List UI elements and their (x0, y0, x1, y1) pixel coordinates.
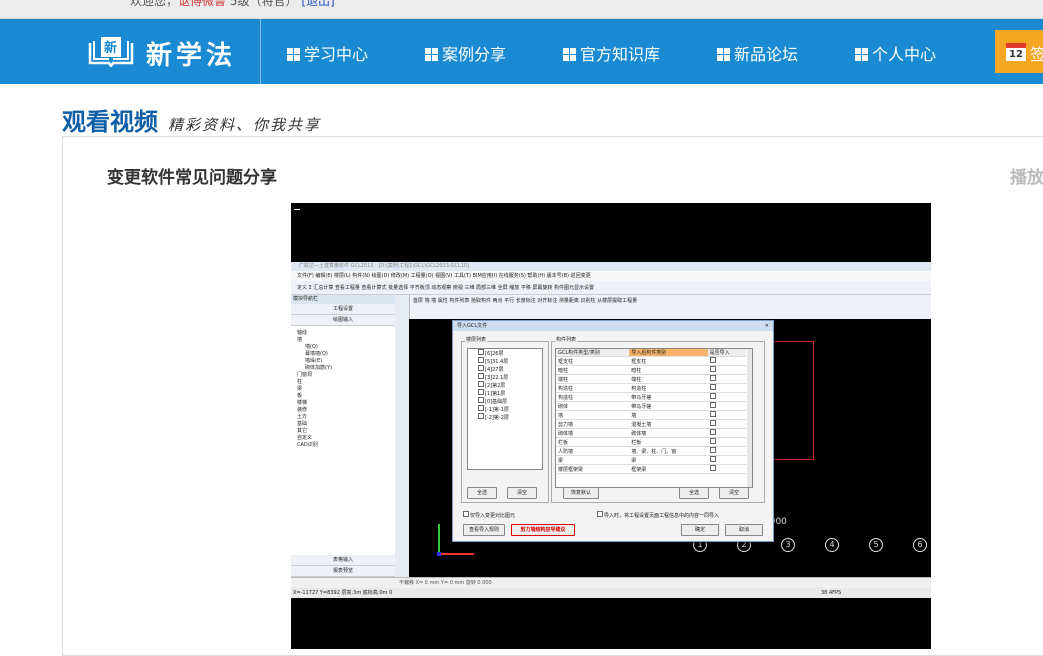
table-header-row: GCL构件类型/类别 导入后构件类别 是否导入 (556, 349, 746, 357)
component-group-label: 构件列表 (555, 336, 578, 343)
table-row: 梁梁 (556, 455, 746, 465)
dialog-ok-button[interactable]: 确定 (681, 524, 719, 536)
page-slogan: 精彩资料、你我共享 (168, 116, 322, 134)
table-row: 剪力墙 混凝土墙 (556, 419, 746, 429)
floor-select-all-button[interactable]: 全选 (467, 487, 497, 499)
software-draw-tools (395, 295, 410, 577)
dialog-title-bar: 导入GCL文件 ✕ (453, 321, 773, 331)
grid-icon (287, 48, 300, 61)
video-frame-software: 广联达—土建算量软件 GCL2013 - [D:\案例\工程1\GCL\GCL2… (291, 262, 931, 598)
dialog-title: 导入GCL文件 (457, 323, 488, 329)
axis-number: 4 (825, 538, 839, 552)
floor-clear-button[interactable]: 清空 (507, 487, 537, 499)
left-bottom-tabs: 表格输入 报表预览 (291, 555, 395, 577)
brand-name: 新学法 (146, 41, 237, 71)
calendar-icon: 12 (1006, 43, 1026, 61)
grid-icon (855, 48, 868, 61)
checkbox-icon[interactable] (478, 405, 484, 411)
table-row: 构造柱 带马牙槎 (556, 392, 746, 402)
video-player[interactable]: 广联达—土建算量软件 GCL2013 - [D:\案例\工程1\GCL\GCL2… (291, 203, 931, 649)
table-row: 人防墙 墙、梁、柱、门、窗 (556, 446, 746, 456)
module-nav-header: 模块导航栏 (291, 295, 395, 304)
table-row: 砌体 带马牙槎 (556, 401, 746, 411)
table-row: 框支柱 框支柱 (556, 356, 746, 366)
table-row: 砌体墙 砌体墙 (556, 428, 746, 438)
software-toolbar-draw: 首层 墙 墙 属性 构件列表 拾取构件 两点 平行 长度标注 对齐标注 测量距离… (409, 295, 931, 320)
option-import-project-info[interactable]: 导入时，将工程设置页面工程信息中的内容一同导入 (597, 511, 719, 519)
user-level: 5级（将官） (229, 0, 298, 8)
import-gcl-dialog: 导入GCL文件 ✕ 楼层列表 [6]26层 [5]31.4层 [4]27层 [3… (452, 320, 774, 542)
restore-default-button[interactable]: 恢复默认 (563, 487, 599, 499)
software-coordinate-bar: X=-11727 Y=8392 层高:3m 底标高:0m 0 38.4FPS (291, 588, 931, 598)
checkbox-icon[interactable] (463, 511, 469, 517)
component-tree: 轴线 墙 墙(Q) 幕墙墙(Q) 墙垛(E) 砌体加筋(Y) 门窗洞 柱 梁 板… (297, 330, 332, 448)
table-row: 栏板 栏板 (556, 437, 746, 447)
nav-personal-center[interactable]: 个人中心 (855, 41, 936, 64)
site-logo[interactable]: 新 新学法 (88, 33, 258, 71)
nav-case-share[interactable]: 案例分享 (425, 41, 506, 64)
nav-learning-center[interactable]: 学习中心 (287, 41, 368, 64)
table-scrollbar[interactable] (747, 349, 752, 487)
close-icon[interactable]: ✕ (765, 321, 769, 331)
option-import-changes-only[interactable]: 仅导入变更对比图元 (463, 511, 515, 519)
floor-list: [6]26层 [5]31.4层 [4]27层 [3]22.1层 [2]第2层 [… (467, 348, 543, 470)
grid-icon (717, 48, 730, 61)
playlist-heading: 播放 (1010, 168, 1043, 188)
logo-badge-text: 新 (104, 41, 118, 56)
checkbox-icon[interactable] (478, 389, 484, 395)
main-nav: 新 新学法 学习中心 案例分享 官方知识库 新品论坛 个人中心 12 签 (0, 19, 1043, 84)
shear-wall-tip-button[interactable]: 剪力墙结构应导建议 (511, 524, 575, 536)
fps-readout: 38.4FPS (821, 590, 842, 596)
checkbox-icon[interactable] (597, 511, 603, 517)
nav-forum[interactable]: 新品论坛 (717, 41, 798, 64)
table-row: 墙墙 (556, 410, 746, 420)
page-header: 观看视频 精彩资料、你我共享 (62, 102, 321, 137)
grid-icon (563, 48, 576, 61)
component-select-all-button[interactable]: 全选 (679, 487, 709, 499)
software-status-bar: 不偏移 X= 0 mm Y= 0 mm 旋转 0.000 (291, 577, 931, 588)
nav-knowledge-base[interactable]: 官方知识库 (563, 41, 660, 64)
logout-link[interactable]: [退出] (301, 0, 334, 8)
grid-icon (425, 48, 438, 61)
checkbox-icon[interactable] (478, 349, 484, 355)
checkbox-icon[interactable] (478, 413, 484, 419)
component-clear-button[interactable]: 清空 (719, 487, 749, 499)
software-menu-bar: 文件(F) 编辑(E) 楼层(L) 构件(N) 绘图(D) 修改(M) 工程量(… (291, 271, 931, 281)
table-row: 暗柱 暗柱 (556, 365, 746, 375)
view-import-rules-button[interactable]: 查看导入规则 (463, 524, 505, 536)
nav-row-project-settings: 工程设置 (291, 304, 395, 315)
table-row: 构造柱 构造柱 (556, 383, 746, 393)
checkbox-icon[interactable] (478, 397, 484, 403)
checkbox-icon[interactable] (478, 357, 484, 363)
video-title: 变更软件常见问题分享 (107, 168, 277, 188)
floor-group-label: 楼层列表 (465, 336, 488, 343)
username-link[interactable]: 讴傅微鲁 (178, 0, 226, 8)
axis-number: 3 (781, 538, 795, 552)
software-toolbar-main: 定义 Σ 汇总计算 查看工程量 查看计算式 批量选择 平齐板顶 动态观察 俯视 … (291, 281, 931, 295)
axis-number: 5 (869, 538, 883, 552)
player-marker (294, 209, 300, 210)
checkbox-icon[interactable] (478, 373, 484, 379)
sign-in-button[interactable]: 12 签 (995, 30, 1043, 73)
red-grid-line (813, 341, 814, 459)
nav-divider (260, 19, 261, 84)
module-navigation-panel: 模块导航栏 工程设置 绘图输入 轴线 墙 墙(Q) 幕墙墙(Q) 墙垛(E) 砌… (291, 295, 396, 577)
table-row: 端柱 端柱 (556, 374, 746, 384)
top-login-bar: 欢迎您，讴傅微鲁 5级（将官） [退出] (0, 0, 1043, 19)
checkbox-icon[interactable] (478, 365, 484, 371)
welcome-text: 欢迎您， (130, 0, 179, 8)
sign-in-label: 签 (1030, 45, 1043, 64)
dialog-cancel-button[interactable]: 取消 (725, 524, 763, 536)
nav-row-drawing-input: 绘图输入 (291, 315, 395, 326)
axis-number: 6 (913, 538, 927, 552)
software-title-bar: 广联达—土建算量软件 GCL2013 - [D:\案例\工程1\GCL\GCL2… (291, 262, 931, 271)
table-row: 楼层框架梁 框架梁 (556, 464, 746, 474)
component-table: GCL构件类型/类别 导入后构件类别 是否导入 框支柱 框支柱 暗柱 暗柱 端柱 端柱 构… (555, 348, 753, 488)
page-title: 观看视频 (62, 108, 158, 136)
checkbox-icon[interactable] (478, 381, 484, 387)
